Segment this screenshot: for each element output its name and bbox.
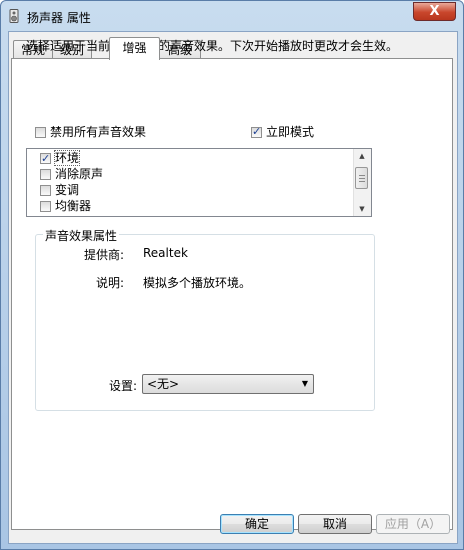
list-item[interactable]: 环境 [40,150,81,167]
speaker-icon [9,9,19,23]
checkbox-box[interactable] [35,127,46,138]
list-item[interactable]: 均衡器 [40,198,91,214]
list-item[interactable]: 消除原声 [40,166,103,182]
effect-label: 环境 [53,150,81,166]
window-title: 扬声器 属性 [27,11,91,25]
ok-button[interactable]: 确定 [220,514,294,534]
scroll-up-arrow-icon[interactable]: ▲ [354,149,370,163]
effects-list[interactable]: 环境 消除原声 变调 均衡器 ▲ ▼ [26,148,372,217]
scroll-down-arrow-icon[interactable]: ▼ [354,202,370,216]
description-value: 模拟多个播放环境。 [143,276,252,290]
effect-label: 均衡器 [55,199,92,213]
enhancements-description: 选择适用于当前聆听配置的声音效果。下次开始播放时更改才会生效。 [26,39,399,53]
description-label: 说明: [95,276,124,290]
checkbox-box[interactable] [40,151,51,167]
title-bar[interactable]: 扬声器 属性 X [1,1,463,31]
scroll-thumb[interactable] [355,167,368,189]
provider-label: 提供商: [83,248,124,262]
immediate-mode-checkbox[interactable]: 立即模式 [251,123,314,140]
disable-all-checkbox[interactable]: 禁用所有声音效果 [35,123,146,140]
setting-selected-value: <无> [147,377,180,391]
vertical-scrollbar[interactable]: ▲ ▼ [353,149,371,216]
group-title: 声音效果属性 [43,227,120,244]
checkbox-box[interactable] [251,125,262,138]
checkbox-box[interactable] [40,185,51,196]
checkbox-box[interactable] [40,201,51,212]
apply-button[interactable]: 应用（A） [376,514,450,534]
provider-value: Realtek [143,246,188,260]
setting-label: 设置: [108,379,137,393]
immediate-mode-label: 立即模式 [266,125,315,139]
properties-window: 扬声器 属性 X 常规 级别 增强 高级 选择适用于当前聆听配置的声音效果。下次… [0,0,464,550]
grip-line [359,178,365,179]
disable-all-label: 禁用所有声音效果 [50,125,147,139]
effect-label: 变调 [55,183,80,197]
grip-line [359,175,365,176]
checkbox-box[interactable] [40,169,51,180]
tab-enhancements[interactable]: 增强 [109,37,160,60]
cancel-button[interactable]: 取消 [298,514,372,534]
list-item[interactable]: 变调 [40,182,79,198]
grip-line [359,181,365,182]
chevron-down-icon: ▼ [301,379,308,388]
close-button[interactable]: X [413,2,456,21]
setting-dropdown[interactable]: <无> ▼ [142,374,314,394]
effect-label: 消除原声 [55,167,104,181]
